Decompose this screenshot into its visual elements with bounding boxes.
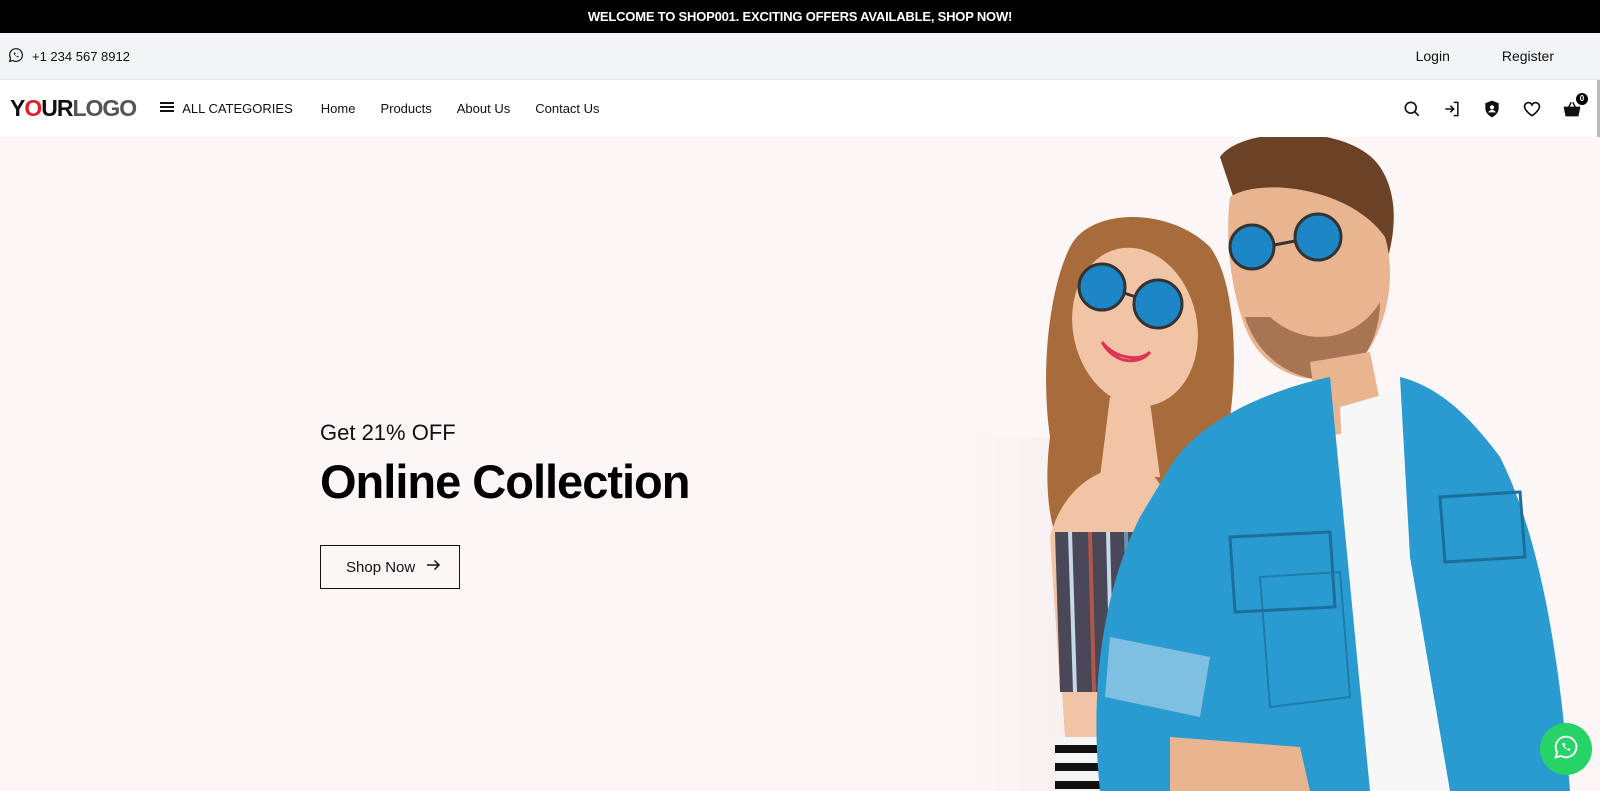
hero-banner: Get 21% OFF Online Collection Shop Now xyxy=(0,137,1600,791)
arrow-right-icon xyxy=(425,557,441,577)
nav-item-home[interactable]: Home xyxy=(321,101,356,116)
phone-number: +1 234 567 8912 xyxy=(32,48,130,64)
cart-count-badge: 0 xyxy=(1576,92,1588,105)
shop-now-button[interactable]: Shop Now xyxy=(320,545,461,589)
hero-title: Online Collection xyxy=(320,455,690,508)
nav-menu: Home Products About Us Contact Us xyxy=(321,101,600,116)
login-link[interactable]: Login xyxy=(1416,48,1450,64)
logo-text-ur: UR xyxy=(41,95,73,121)
all-categories-button[interactable]: ALL CATEGORIES xyxy=(160,100,293,117)
logo-text-y: Y xyxy=(10,95,25,121)
whatsapp-icon xyxy=(1553,734,1579,765)
all-categories-label: ALL CATEGORIES xyxy=(182,101,293,116)
user-shield-icon[interactable] xyxy=(1482,99,1502,119)
logo-text-o: O xyxy=(24,95,42,121)
main-nav: Y O UR LOGO ALL CATEGORIES Home Products Ab… xyxy=(0,80,1600,137)
hamburger-icon xyxy=(160,100,175,117)
basket-icon[interactable]: 0 xyxy=(1562,92,1588,119)
nav-icons: 0 xyxy=(1402,92,1590,119)
whatsapp-chat-button[interactable] xyxy=(1540,723,1592,775)
whatsapp-icon xyxy=(8,47,24,66)
hero-text: Get 21% OFF Online Collection Shop Now xyxy=(320,420,690,589)
phone-contact[interactable]: +1 234 567 8912 xyxy=(8,47,130,66)
hero-couple-image xyxy=(840,137,1600,791)
heart-icon[interactable] xyxy=(1522,99,1542,119)
announcement-text: WELCOME TO SHOP001. EXCITING OFFERS AVAI… xyxy=(587,9,1013,24)
shop-now-label: Shop Now xyxy=(346,558,416,576)
nav-item-about-us[interactable]: About Us xyxy=(457,101,510,116)
login-icon[interactable] xyxy=(1442,99,1462,119)
announcement-bar: WELCOME TO SHOP001. EXCITING OFFERS AVAI… xyxy=(0,0,1600,33)
logo[interactable]: Y O UR LOGO xyxy=(10,95,137,122)
top-bar: +1 234 567 8912 Login Register xyxy=(0,33,1600,80)
hero-subtitle: Get 21% OFF xyxy=(320,420,456,445)
search-icon[interactable] xyxy=(1402,99,1422,119)
register-link[interactable]: Register xyxy=(1502,48,1554,64)
nav-item-contact-us[interactable]: Contact Us xyxy=(535,101,599,116)
logo-text-logo: LOGO xyxy=(72,95,137,121)
nav-item-products[interactable]: Products xyxy=(380,101,431,116)
auth-links: Login Register xyxy=(1416,48,1592,64)
